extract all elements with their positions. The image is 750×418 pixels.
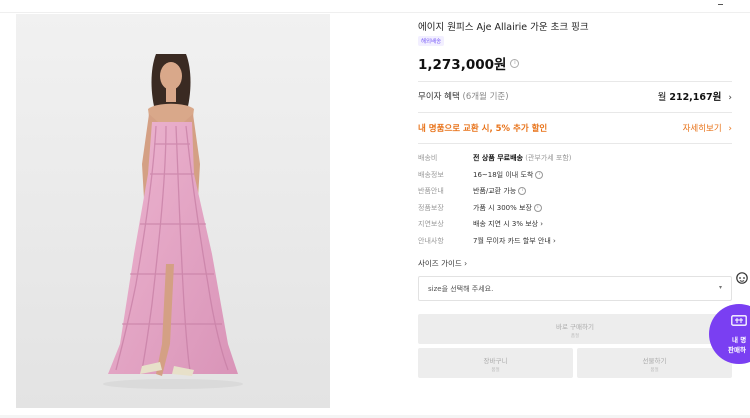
chevron-right-icon: › (728, 93, 732, 103)
exchange-details-link[interactable]: 자세히보기 › (683, 122, 732, 134)
delay-compensation-link[interactable]: 배송 지연 시 3% 보상 › (473, 219, 543, 229)
benefit-label: 무이자 혜택 (6개월 기준) (418, 90, 509, 102)
sold-out-label: 품절 (650, 368, 659, 373)
exchange-discount-row: 내 명품으로 교환 시, 5% 추가 할인 자세히보기 › (418, 122, 732, 136)
divider (418, 81, 732, 82)
delivery-eta: 16~18일 이내 도착 (473, 170, 534, 179)
size-select-placeholder: size을 선택해 주세요. (428, 285, 494, 293)
info-icon[interactable]: i (533, 203, 542, 212)
benefit-period: (6개월 기준) (462, 92, 509, 102)
spec-label: 배송정보 (418, 170, 444, 179)
info-icon[interactable]: i (518, 187, 527, 195)
headset-icon (736, 272, 748, 284)
info-icon[interactable]: i (535, 170, 544, 179)
spec-value[interactable]: 반품/교환 가능 i (473, 186, 527, 196)
free-shipping-text: 전 상품 무료배송 (473, 154, 523, 162)
cart-label: 장바구니 (483, 357, 508, 365)
chat-support-icon[interactable] (735, 270, 749, 284)
details-link-text: 자세히보기 (682, 124, 722, 134)
fab-label-line1: 내 명 (732, 336, 747, 344)
price-row: 1,273,000원 i (418, 53, 520, 73)
exchange-discount-label: 내 명품으로 교환 시, 5% 추가 할인 (418, 124, 548, 134)
spec-label: 정품보장 (418, 203, 444, 212)
monthly-prefix: 월 (657, 92, 667, 103)
divider (418, 112, 732, 113)
duty-included-note: (관부가세 포함) (525, 154, 572, 162)
spec-label: 지연보상 (418, 220, 444, 228)
spec-label: 배송비 (418, 154, 438, 162)
monthly-amount: 212,167원 (669, 92, 722, 103)
gift-button[interactable]: 선물하기 품절 (577, 348, 732, 378)
wallet-icon (731, 315, 747, 326)
monthly-payment: 월 212,167원 › (658, 89, 732, 103)
installment-notice-link[interactable]: 7월 무이자 카드 할부 안내 › (473, 236, 556, 246)
product-photo-image (16, 14, 330, 408)
size-guide-link[interactable]: 사이즈 가이드 › (418, 258, 467, 269)
spec-value[interactable]: 16~18일 이내 도착 i (473, 170, 544, 180)
buy-now-button[interactable]: 바로 구매하기 품절 (418, 314, 732, 344)
spec-label: 반품안내 (418, 187, 444, 195)
divider (418, 143, 732, 144)
size-select[interactable]: size을 선택해 주세요. ▾ (418, 276, 732, 301)
return-policy: 반품/교환 가능 (473, 187, 517, 195)
add-to-cart-button[interactable]: 장바구니 품절 (418, 348, 573, 378)
buy-now-label: 바로 구매하기 (556, 323, 594, 331)
price-info-icon[interactable]: i (510, 58, 520, 68)
spec-value[interactable]: 가품 시 300% 보장 i (473, 203, 542, 213)
spec-value: 전 상품 무료배송 (관부가세 포함) (473, 153, 572, 163)
benefit-title: 무이자 혜택 (418, 92, 460, 102)
product-photo[interactable] (16, 14, 330, 408)
fab-label-line2: 판매하 (728, 346, 746, 354)
chevron-right-icon: › (728, 124, 732, 134)
spec-label: 안내사항 (418, 236, 444, 245)
top-bar-mark (718, 4, 723, 8)
chevron-down-icon: ▾ (718, 284, 722, 291)
product-price: 1,273,000원 (418, 57, 507, 73)
sold-out-label: 품절 (491, 368, 500, 373)
gift-label: 선물하기 (642, 357, 667, 365)
interest-free-benefit-row[interactable]: 무이자 혜택 (6개월 기준) 월 212,167원 › (418, 90, 732, 104)
top-bar (0, 0, 750, 13)
sold-out-label: 품절 (570, 334, 580, 339)
overseas-shipping-badge: 해외배송 (418, 36, 445, 46)
authenticity-guarantee: 가품 시 300% 보장 (473, 203, 532, 212)
product-name: 에이지 원피스 Aje Allairie 가운 초크 핑크 (418, 22, 589, 33)
